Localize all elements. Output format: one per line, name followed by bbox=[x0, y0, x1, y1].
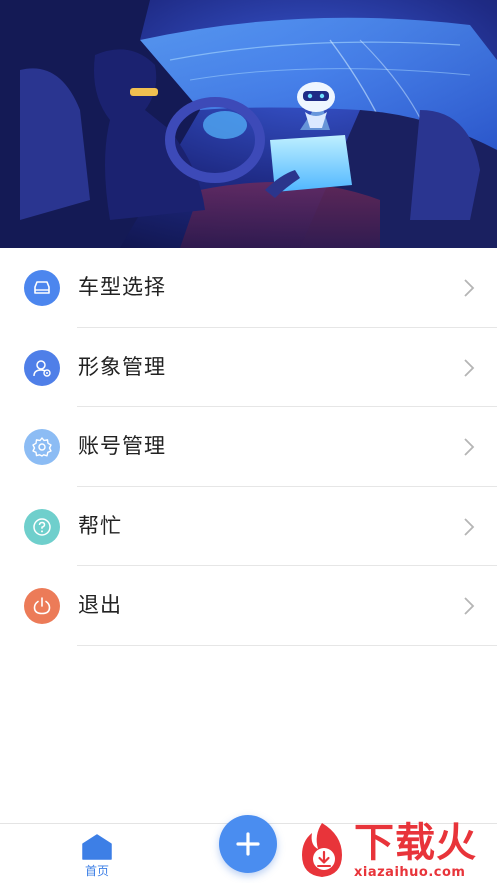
chevron-right-icon bbox=[464, 358, 475, 377]
watermark-domain: xiazaihuo.com bbox=[354, 865, 466, 880]
app-screen: 车型选择 形象管理 账号管理 帮忙 退出 首页 下载火 xiazaihuo.co… bbox=[0, 0, 497, 883]
power-icon bbox=[24, 588, 60, 624]
menu-item-label: 帮忙 bbox=[78, 513, 122, 538]
gear-icon bbox=[24, 429, 60, 465]
avatar-settings-icon bbox=[24, 349, 60, 386]
settings-menu: 车型选择 形象管理 账号管理 帮忙 退出 bbox=[0, 248, 497, 646]
help-icon bbox=[24, 508, 60, 545]
menu-item-label: 车型选择 bbox=[78, 275, 166, 299]
chevron-right-icon bbox=[464, 279, 475, 297]
tab-home-label: 首页 bbox=[84, 864, 109, 878]
watermark: 下载火 xiazaihuo.com bbox=[292, 817, 497, 883]
menu-item-logout[interactable]: 退出 bbox=[0, 566, 497, 646]
car-icon bbox=[24, 270, 60, 306]
menu-item-vehicle-selection[interactable]: 车型选择 bbox=[0, 248, 497, 328]
plus-icon bbox=[236, 832, 260, 856]
watermark-logo bbox=[302, 823, 342, 877]
home-icon bbox=[82, 834, 112, 860]
chevron-right-icon bbox=[464, 517, 475, 536]
menu-item-label: 账号管理 bbox=[78, 434, 166, 458]
hero-banner-illustration bbox=[0, 0, 497, 248]
menu-item-label: 形象管理 bbox=[78, 354, 166, 379]
tab-home[interactable]: 首页 bbox=[70, 830, 124, 882]
menu-item-help[interactable]: 帮忙 bbox=[0, 487, 497, 566]
watermark-brand: 下载火 bbox=[354, 820, 477, 866]
divider bbox=[77, 644, 497, 646]
add-button[interactable] bbox=[219, 815, 277, 873]
chevron-right-icon bbox=[464, 597, 475, 615]
menu-item-label: 退出 bbox=[78, 593, 122, 617]
menu-item-avatar-management[interactable]: 形象管理 bbox=[0, 328, 497, 407]
chevron-right-icon bbox=[464, 438, 475, 456]
menu-item-account-management[interactable]: 账号管理 bbox=[0, 407, 497, 487]
